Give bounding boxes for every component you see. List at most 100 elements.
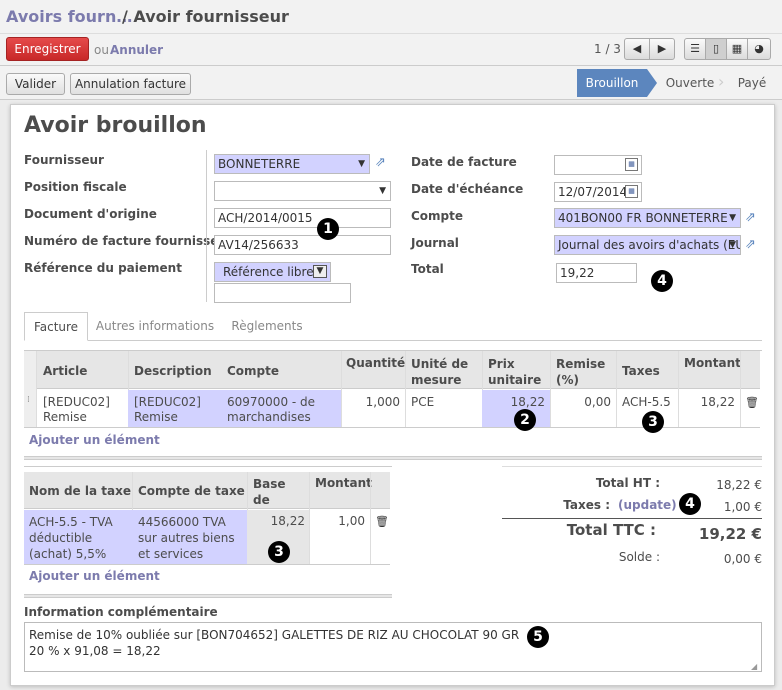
payment-reference-type-select[interactable]: Référence libre ▼ bbox=[214, 262, 331, 282]
notes-line: Remise de 10% oubliée sur [BON704652] GA… bbox=[29, 628, 520, 642]
tax-amount[interactable]: 1,00 bbox=[315, 514, 365, 529]
callout-marker: 1 bbox=[317, 218, 339, 240]
column-header[interactable]: Nom de la taxe bbox=[29, 484, 131, 498]
trash-icon[interactable]: 🗑 bbox=[745, 396, 759, 409]
pager-counter: 1 / 3 bbox=[594, 42, 621, 56]
total-ht-value: 18,22 € bbox=[716, 478, 762, 492]
stage-draft[interactable]: Brouillon bbox=[577, 69, 647, 97]
column-header[interactable]: Unité de mesure bbox=[411, 356, 471, 388]
resize-grip-icon[interactable]: ◢ bbox=[751, 662, 757, 671]
add-line-link[interactable]: Ajouter un élément bbox=[29, 433, 160, 447]
column-header[interactable]: Taxes bbox=[622, 364, 660, 378]
validate-button[interactable]: Valider bbox=[6, 73, 65, 95]
payment-reference-field[interactable] bbox=[214, 283, 351, 303]
line-account[interactable]: 60970000 - de marchandises bbox=[227, 395, 337, 425]
journal-label: Journal bbox=[411, 236, 459, 250]
origin-field[interactable]: ACH/2014/0015 bbox=[214, 208, 391, 228]
row-handle-icon[interactable]: ⁞ bbox=[27, 393, 30, 408]
list-icon: ☰ bbox=[690, 42, 700, 55]
column-header[interactable]: Remise (%) bbox=[556, 356, 606, 388]
dropdown-arrow-icon: ▼ bbox=[729, 213, 736, 223]
callout-marker: 4 bbox=[651, 270, 673, 292]
callout-marker: 3 bbox=[268, 541, 290, 563]
form-view-button[interactable]: ▯ bbox=[705, 38, 727, 60]
tax-base[interactable]: 18,22 bbox=[253, 514, 305, 529]
dropdown-arrow-icon: ▼ bbox=[313, 265, 327, 278]
column-header[interactable]: Quantité bbox=[346, 356, 405, 370]
dropdown-arrow-icon: ▼ bbox=[358, 159, 365, 169]
tab-invoice[interactable]: Facture bbox=[24, 312, 88, 341]
graph-view-button[interactable]: ◕ bbox=[747, 38, 771, 60]
due-date-label: Date d'échéance bbox=[411, 182, 524, 196]
line-unit-price[interactable]: 18,22 bbox=[488, 395, 545, 410]
line-quantity[interactable]: 1,000 bbox=[346, 395, 400, 410]
save-button[interactable]: Enregistrer bbox=[6, 37, 89, 61]
or-text: ou bbox=[94, 43, 109, 57]
column-header[interactable]: Montant bbox=[684, 356, 741, 370]
line-uom[interactable]: PCE bbox=[411, 395, 434, 410]
add-tax-link[interactable]: Ajouter un élément bbox=[29, 569, 160, 583]
supplier-select[interactable]: BONNETERRE ▼ bbox=[214, 154, 370, 174]
column-header[interactable]: Article bbox=[43, 364, 87, 378]
list-view-button[interactable]: ☰ bbox=[684, 38, 706, 60]
line-discount[interactable]: 0,00 bbox=[556, 395, 611, 410]
stage-open[interactable]: Ouverte bbox=[660, 69, 720, 97]
page-title: Avoir brouillon bbox=[24, 113, 207, 138]
tax-account[interactable]: 44566000 TVA sur autres biens et service… bbox=[138, 514, 246, 562]
breadcrumb-parent-link[interactable]: Avoirs fourn… bbox=[6, 7, 132, 26]
callout-marker: 2 bbox=[514, 409, 536, 431]
journal-select[interactable]: Journal des avoirs d'achats (EU ▼ bbox=[554, 235, 741, 255]
notes-line: 20 % x 91,08 = 18,22 bbox=[29, 644, 161, 658]
stage-paid[interactable]: Payé bbox=[730, 69, 774, 97]
chart-pie-icon: ◕ bbox=[754, 42, 764, 55]
invoice-date-field[interactable]: ▦ bbox=[554, 155, 642, 175]
calendar-view-button[interactable]: ▦ bbox=[726, 38, 748, 60]
cancel-invoice-button[interactable]: Annulation facture bbox=[70, 73, 191, 95]
previous-record-button[interactable]: ◀ bbox=[624, 38, 650, 60]
column-header[interactable]: Prix unitaire bbox=[488, 356, 541, 388]
taxes-label: Taxes : bbox=[563, 498, 610, 512]
due-date-field[interactable]: 12/07/2014 ▦ bbox=[554, 182, 642, 202]
account-select[interactable]: 401BON00 FR BONNETERRE ▼ bbox=[554, 208, 741, 228]
calendar-icon: ▦ bbox=[731, 42, 743, 55]
taxes-value: 1,00 € bbox=[723, 500, 762, 514]
column-header[interactable]: Compte de taxe bbox=[138, 484, 245, 498]
line-description[interactable]: [REDUC02] Remise bbox=[134, 395, 214, 425]
total-label: Total bbox=[411, 262, 444, 276]
supplier-invoice-number-field[interactable]: AV14/256633 bbox=[214, 235, 391, 255]
row-handle-column bbox=[24, 351, 36, 428]
field-divider bbox=[206, 150, 207, 302]
tab-payments[interactable]: Règlements bbox=[222, 312, 312, 341]
tax-name[interactable]: ACH-5.5 - TVA déductible (achat) 5,5% bbox=[29, 514, 129, 562]
calendar-icon[interactable]: ▦ bbox=[625, 185, 638, 198]
total-field: 19,22 bbox=[556, 263, 637, 283]
balance-value: 0,00 € bbox=[723, 552, 762, 566]
external-link-icon[interactable]: ⇗ bbox=[745, 237, 756, 252]
supplier-label: Fournisseur bbox=[24, 153, 104, 167]
external-link-icon[interactable]: ⇗ bbox=[745, 210, 756, 225]
supplier-invoice-number-label: Numéro de facture fournisseur bbox=[24, 234, 233, 248]
cancel-link[interactable]: Annuler bbox=[110, 43, 163, 57]
breadcrumb-current: / Avoir fournisseur bbox=[122, 7, 289, 26]
column-header[interactable]: Compte bbox=[227, 364, 279, 378]
total-ttc-label: Total TTC : bbox=[566, 521, 656, 539]
external-link-icon[interactable]: ⇗ bbox=[375, 155, 386, 170]
notes-textarea[interactable]: Remise de 10% oubliée sur [BON704652] GA… bbox=[24, 622, 762, 672]
fiscal-position-select[interactable]: ▼ bbox=[214, 181, 391, 201]
stage-arrow bbox=[647, 69, 657, 97]
form-icon: ▯ bbox=[712, 42, 720, 55]
column-header[interactable]: Description bbox=[134, 364, 212, 378]
line-article[interactable]: [REDUC02] Remise bbox=[43, 395, 123, 425]
balance-label: Solde : bbox=[618, 550, 660, 564]
total-ttc-value: 19,22 € bbox=[698, 525, 762, 543]
notes-label: Information complémentaire bbox=[24, 605, 218, 619]
line-taxes[interactable]: ACH-5.5 bbox=[622, 395, 671, 410]
update-taxes-link[interactable]: (update) bbox=[618, 498, 677, 512]
tab-other-info[interactable]: Autres informations bbox=[95, 312, 215, 341]
next-record-button[interactable]: ▶ bbox=[649, 38, 675, 60]
trash-icon[interactable]: 🗑 bbox=[375, 515, 389, 528]
payment-reference-label: Référence du paiement bbox=[24, 261, 182, 275]
column-header[interactable]: Montant bbox=[315, 476, 372, 490]
calendar-icon[interactable]: ▦ bbox=[625, 158, 638, 171]
section-separator bbox=[24, 456, 762, 460]
